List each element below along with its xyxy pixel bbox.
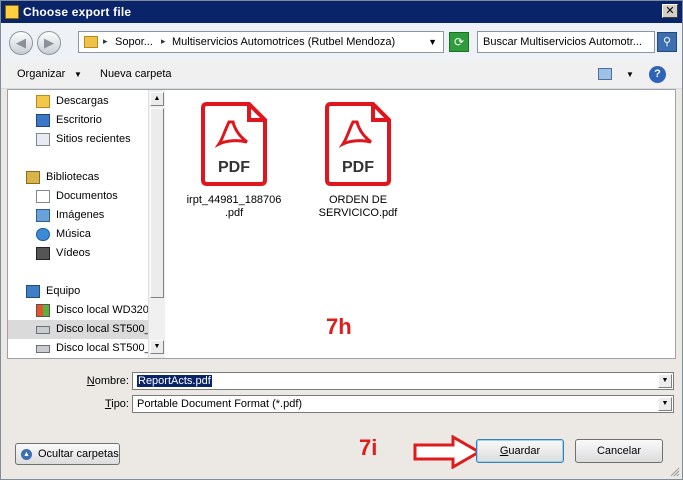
sidebar-item-escritorio[interactable]: Escritorio — [8, 111, 148, 130]
view-options-dropdown-icon[interactable]: ▼ — [626, 70, 634, 79]
chevron-down-icon[interactable]: ▼ — [74, 70, 82, 79]
breadcrumb-segment-current-folder[interactable]: Multiservicios Automotrices (Rutbel Mend… — [172, 36, 395, 48]
change-view-icon[interactable] — [598, 68, 612, 80]
file-type-value: Portable Document Format (*.pdf) — [137, 398, 303, 410]
window-title: Choose export file — [23, 5, 132, 19]
navigation-pane: Descargas Escritorio Sitios recientes Bi… — [8, 90, 166, 358]
recent-places-icon — [36, 133, 50, 146]
computer-icon — [26, 285, 40, 298]
libraries-icon — [26, 171, 40, 184]
hide-folders-label: Ocultar carpetas — [38, 448, 119, 460]
new-folder-button[interactable]: Nueva carpeta — [100, 68, 172, 80]
cancel-button[interactable]: Cancelar — [575, 439, 663, 463]
file-name: ORDEN DE SERVICICO.pdf — [318, 194, 398, 219]
pdf-file-icon: PDF — [323, 100, 393, 188]
sidebar-item-label: Bibliotecas — [46, 171, 100, 183]
sidebar-item-disco-st500-2[interactable]: Disco local ST500_ — [8, 339, 148, 358]
pdf-badge-label: PDF — [218, 159, 250, 176]
file-type-label-text: ipo: — [111, 398, 129, 410]
windows-drive-icon — [36, 304, 50, 317]
search-placeholder: Buscar Multiservicios Automotr... — [483, 36, 642, 48]
annotation-step-label: 7h — [326, 314, 352, 339]
chevron-down-icon[interactable]: ▼ — [658, 397, 672, 411]
file-item-orden-de-servicio[interactable]: PDF ORDEN DE SERVICICO.pdf — [308, 100, 408, 220]
help-icon[interactable]: ? — [649, 66, 666, 83]
breadcrumb-segment-soporte[interactable]: Sopor... — [115, 36, 153, 48]
drive-icon — [36, 345, 50, 353]
breadcrumb-separator[interactable]: ▸ — [103, 36, 108, 47]
hide-folders-button[interactable]: ▲ Ocultar carpetas — [15, 443, 120, 465]
navigation-bar: ◀ ▶ ▸ Sopor... ▸ Multiservicios Automotr… — [1, 23, 682, 61]
chevron-up-icon: ▲ — [21, 449, 32, 460]
sidebar-scrollbar[interactable]: ▲ ▼ — [148, 90, 165, 358]
save-label-text: uardar — [508, 445, 541, 457]
sidebar-item-videos[interactable]: Vídeos — [8, 244, 148, 263]
file-name-value[interactable]: ReportActs.pdf — [137, 375, 212, 387]
resize-grip-icon[interactable] — [670, 467, 680, 477]
sidebar-item-label: Sitios recientes — [56, 133, 131, 145]
search-input[interactable]: Buscar Multiservicios Automotr... — [477, 31, 655, 53]
desktop-icon — [36, 114, 50, 127]
title-bar: Choose export file ✕ — [1, 1, 682, 23]
access-key-letter: N — [86, 375, 95, 387]
drive-icon — [36, 326, 50, 334]
command-toolbar: Organizar ▼ Nueva carpeta ▼ ? — [1, 61, 682, 89]
export-file-dialog: Choose export file ✕ ◀ ▶ ▸ Sopor... ▸ Mu… — [0, 0, 683, 480]
downloads-icon — [36, 95, 50, 108]
file-name-input[interactable]: ReportActs.pdf ▼ — [132, 372, 674, 390]
file-name-label: Nombre: — [61, 375, 129, 387]
sidebar-item-descargas[interactable]: Descargas — [8, 92, 148, 111]
sidebar-item-disco-wd320[interactable]: Disco local WD320 — [8, 301, 148, 320]
sidebar-item-documentos[interactable]: Documentos — [8, 187, 148, 206]
pdf-file-icon: PDF — [199, 100, 269, 188]
sidebar-item-equipo[interactable]: Equipo — [8, 282, 148, 301]
address-dropdown-icon[interactable]: ▼ — [428, 37, 437, 47]
sidebar-item-label: Escritorio — [56, 114, 102, 126]
folder-icon — [84, 36, 98, 48]
pdf-badge-label: PDF — [342, 159, 374, 176]
forward-button[interactable]: ▶ — [37, 31, 61, 55]
back-button[interactable]: ◀ — [9, 31, 33, 55]
sidebar-item-label: Disco local ST500_ — [56, 323, 148, 335]
file-item-irpt[interactable]: PDF irpt_44981_188706 .pdf — [184, 100, 284, 220]
search-icon[interactable]: ⚲ — [657, 32, 677, 52]
save-button[interactable]: Guardar — [476, 439, 564, 463]
sidebar-item-label: Descargas — [56, 95, 109, 107]
videos-icon — [36, 247, 50, 260]
sidebar-item-label: Vídeos — [56, 247, 91, 259]
sidebar-item-label: Música — [56, 228, 91, 240]
sidebar-item-label: Imágenes — [56, 209, 105, 221]
sidebar-item-label: Documentos — [56, 190, 118, 202]
folder-icon — [5, 5, 19, 19]
file-name: irpt_44981_188706 .pdf — [186, 194, 282, 219]
file-name-label-text: ombre: — [94, 375, 129, 387]
pictures-icon — [36, 209, 50, 222]
file-type-label: Tipo: — [61, 398, 129, 410]
sidebar-item-disco-st500-1[interactable]: Disco local ST500_ — [8, 320, 148, 339]
annotation-step-label: 7i — [359, 435, 378, 460]
scroll-down-icon[interactable]: ▼ — [150, 340, 164, 354]
close-button[interactable]: ✕ — [662, 4, 678, 18]
sidebar-item-label: Disco local ST500_ — [56, 342, 148, 354]
sidebar-item-sitios-recientes[interactable]: Sitios recientes — [8, 130, 148, 149]
address-bar[interactable]: ▸ Sopor... ▸ Multiservicios Automotrices… — [78, 31, 444, 53]
documents-icon — [36, 190, 50, 203]
breadcrumb-separator[interactable]: ▸ — [161, 36, 166, 47]
chevron-down-icon[interactable]: ▼ — [658, 374, 672, 388]
scroll-thumb[interactable] — [150, 108, 164, 298]
organize-menu[interactable]: Organizar — [17, 68, 65, 80]
sidebar-item-label: Equipo — [46, 285, 81, 297]
annotation-arrow-icon — [413, 435, 483, 469]
scroll-up-icon[interactable]: ▲ — [150, 92, 164, 106]
sidebar-item-label: Disco local WD320 — [56, 304, 148, 316]
music-icon — [36, 228, 50, 241]
file-type-select[interactable]: Portable Document Format (*.pdf) ▼ — [132, 395, 674, 413]
refresh-button[interactable]: ⟳ — [449, 32, 469, 52]
sidebar-item-musica[interactable]: Música — [8, 225, 148, 244]
file-list: PDF irpt_44981_188706 .pdf PDF ORDEN DE … — [168, 90, 674, 358]
sidebar-item-bibliotecas[interactable]: Bibliotecas — [8, 168, 148, 187]
sidebar-item-imagenes[interactable]: Imágenes — [8, 206, 148, 225]
